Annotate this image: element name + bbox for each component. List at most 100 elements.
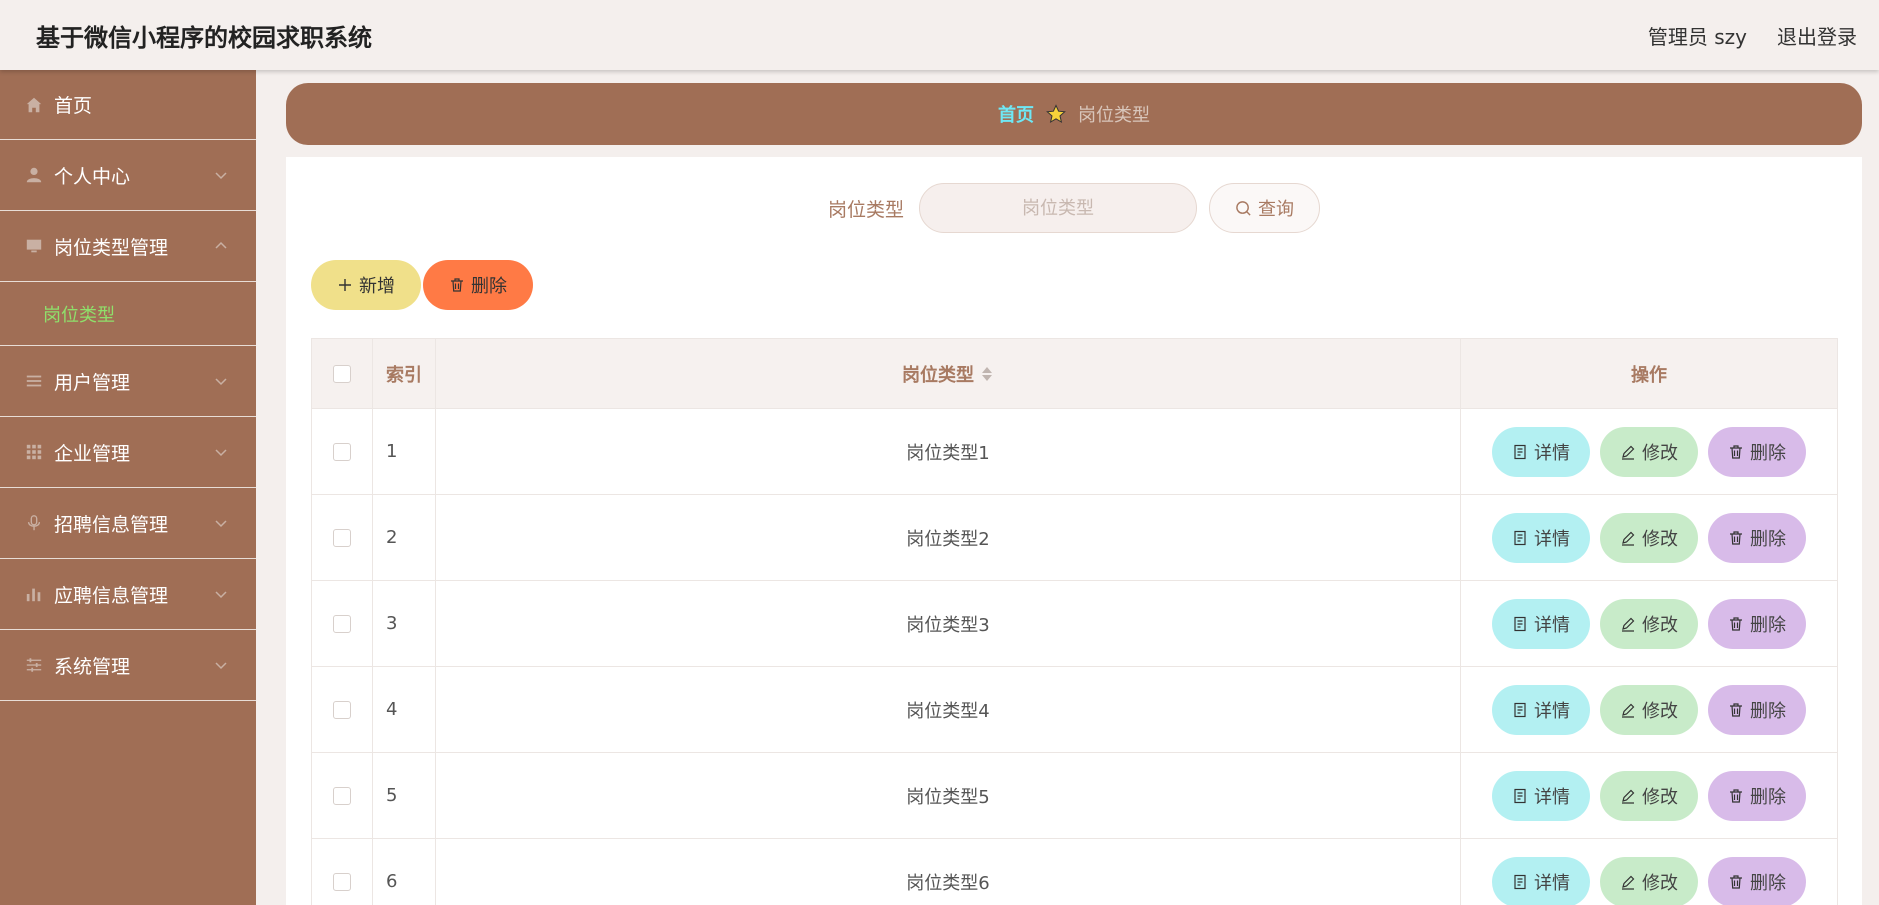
column-header-type-label: 岗位类型 bbox=[902, 364, 974, 386]
batch-delete-button[interactable]: 删除 bbox=[423, 260, 533, 310]
table-row: 3 岗位类型3 详情 修改 删除 bbox=[312, 581, 1837, 667]
detail-label: 详情 bbox=[1534, 872, 1570, 894]
trash-icon bbox=[1730, 530, 1742, 545]
pencil-icon bbox=[1622, 531, 1635, 546]
edit-label: 修改 bbox=[1642, 872, 1678, 894]
edit-button[interactable]: 修改 bbox=[1600, 770, 1698, 821]
sidebar-item-application-management[interactable]: 应聘信息管理 bbox=[0, 559, 256, 630]
sidebar-item-recruitment-management[interactable]: 招聘信息管理 bbox=[0, 488, 256, 559]
home-icon bbox=[24, 95, 44, 115]
logout-link[interactable]: 退出登录 bbox=[1777, 21, 1857, 50]
detail-label: 详情 bbox=[1534, 614, 1570, 636]
edit-label: 修改 bbox=[1642, 528, 1678, 550]
breadcrumb-home-link[interactable]: 首页 bbox=[998, 101, 1034, 127]
detail-button[interactable]: 详情 bbox=[1492, 426, 1590, 477]
user-area: 管理员 szy 退出登录 bbox=[1648, 21, 1857, 50]
sidebar-item-user-management[interactable]: 用户管理 bbox=[0, 346, 256, 417]
row-checkbox[interactable] bbox=[333, 528, 351, 547]
app-title: 基于微信小程序的校园求职系统 bbox=[36, 24, 372, 52]
detail-label: 详情 bbox=[1534, 700, 1570, 722]
sidebar: 首页 个人中心 岗位类型管理 岗位类型 用户管理 企业管理 招聘信息管理 应聘信… bbox=[0, 70, 256, 905]
delete-label: 删除 bbox=[1750, 442, 1786, 464]
table-row: 2 岗位类型2 详情 修改 删除 bbox=[312, 495, 1837, 581]
user-icon bbox=[24, 165, 44, 185]
detail-button[interactable]: 详情 bbox=[1492, 856, 1590, 905]
delete-label: 删除 bbox=[1750, 872, 1786, 894]
row-checkbox[interactable] bbox=[333, 700, 351, 719]
add-button[interactable]: 新增 bbox=[311, 260, 421, 310]
star-icon bbox=[1046, 104, 1066, 124]
sidebar-item-personal-center[interactable]: 个人中心 bbox=[0, 140, 256, 211]
select-all-checkbox[interactable] bbox=[333, 364, 351, 383]
chevron-down-icon bbox=[215, 378, 227, 386]
sidebar-item-label: 个人中心 bbox=[54, 165, 131, 188]
sidebar-item-company-management[interactable]: 企业管理 bbox=[0, 417, 256, 488]
detail-button[interactable]: 详情 bbox=[1492, 512, 1590, 563]
action-toolbar: 新增 删除 bbox=[311, 260, 533, 310]
column-header-type[interactable]: 岗位类型 bbox=[436, 339, 1461, 408]
delete-label: 删除 bbox=[1750, 528, 1786, 550]
delete-button[interactable]: 删除 bbox=[1708, 770, 1806, 821]
chevron-down-icon bbox=[215, 172, 227, 180]
sidebar-item-label: 岗位类型管理 bbox=[54, 236, 169, 259]
row-checkbox[interactable] bbox=[333, 442, 351, 461]
row-index: 5 bbox=[373, 753, 436, 838]
delete-label: 删除 bbox=[1750, 700, 1786, 722]
trash-icon bbox=[1730, 616, 1742, 631]
table-row: 6 岗位类型6 详情 修改 删除 bbox=[312, 839, 1837, 905]
detail-button[interactable]: 详情 bbox=[1492, 598, 1590, 649]
delete-button[interactable]: 删除 bbox=[1708, 684, 1806, 735]
row-type: 岗位类型5 bbox=[436, 753, 1461, 838]
edit-button[interactable]: 修改 bbox=[1600, 512, 1698, 563]
sidebar-item-label: 企业管理 bbox=[54, 442, 131, 465]
search-label: 岗位类型 bbox=[827, 198, 904, 221]
admin-user-label[interactable]: 管理员 szy bbox=[1648, 21, 1747, 50]
table-row: 1 岗位类型1 详情 修改 删除 bbox=[312, 409, 1837, 495]
edit-button[interactable]: 修改 bbox=[1600, 856, 1698, 905]
row-checkbox[interactable] bbox=[333, 786, 351, 805]
document-icon bbox=[1514, 444, 1526, 459]
row-type: 岗位类型3 bbox=[436, 581, 1461, 666]
document-icon bbox=[1514, 702, 1526, 717]
delete-button[interactable]: 删除 bbox=[1708, 426, 1806, 477]
edit-button[interactable]: 修改 bbox=[1600, 684, 1698, 735]
row-checkbox[interactable] bbox=[333, 614, 351, 633]
monitor-icon bbox=[24, 236, 44, 256]
trash-icon bbox=[1730, 702, 1742, 717]
table-row: 5 岗位类型5 详情 修改 删除 bbox=[312, 753, 1837, 839]
sort-icon[interactable] bbox=[980, 365, 994, 383]
edit-button[interactable]: 修改 bbox=[1600, 426, 1698, 477]
row-type: 岗位类型4 bbox=[436, 667, 1461, 752]
add-button-label: 新增 bbox=[359, 276, 395, 297]
document-icon bbox=[1514, 530, 1526, 545]
delete-button[interactable]: 删除 bbox=[1708, 856, 1806, 905]
edit-label: 修改 bbox=[1642, 442, 1678, 464]
delete-button[interactable]: 删除 bbox=[1708, 598, 1806, 649]
breadcrumb: 首页 岗位类型 bbox=[286, 83, 1862, 145]
batch-delete-label: 删除 bbox=[471, 276, 507, 297]
delete-button[interactable]: 删除 bbox=[1708, 512, 1806, 563]
search-input[interactable] bbox=[919, 183, 1197, 233]
detail-button[interactable]: 详情 bbox=[1492, 770, 1590, 821]
detail-label: 详情 bbox=[1534, 786, 1570, 808]
table-header: 索引 岗位类型 操作 bbox=[312, 339, 1837, 409]
search-button[interactable]: 查询 bbox=[1209, 183, 1320, 233]
trash-icon bbox=[1730, 788, 1742, 803]
sidebar-item-label: 用户管理 bbox=[54, 371, 131, 394]
detail-button[interactable]: 详情 bbox=[1492, 684, 1590, 735]
sidebar-subitem-job-type[interactable]: 岗位类型 bbox=[0, 282, 256, 346]
edit-label: 修改 bbox=[1642, 786, 1678, 808]
edit-button[interactable]: 修改 bbox=[1600, 598, 1698, 649]
chevron-up-icon bbox=[215, 241, 227, 249]
pencil-icon bbox=[1622, 617, 1635, 632]
sidebar-item-job-type-management[interactable]: 岗位类型管理 bbox=[0, 211, 256, 282]
main-panel: 岗位类型 查询 新增 删除 索引 岗位类型 操作 1 bbox=[286, 157, 1862, 905]
chevron-down-icon bbox=[215, 449, 227, 457]
row-type: 岗位类型6 bbox=[436, 839, 1461, 905]
table-row: 4 岗位类型4 详情 修改 删除 bbox=[312, 667, 1837, 753]
top-bar: 基于微信小程序的校园求职系统 管理员 szy 退出登录 bbox=[0, 0, 1879, 70]
row-checkbox[interactable] bbox=[333, 872, 351, 891]
sidebar-item-system-management[interactable]: 系统管理 bbox=[0, 630, 256, 701]
sidebar-item-label: 首页 bbox=[54, 95, 93, 117]
sidebar-item-home[interactable]: 首页 bbox=[0, 70, 256, 140]
